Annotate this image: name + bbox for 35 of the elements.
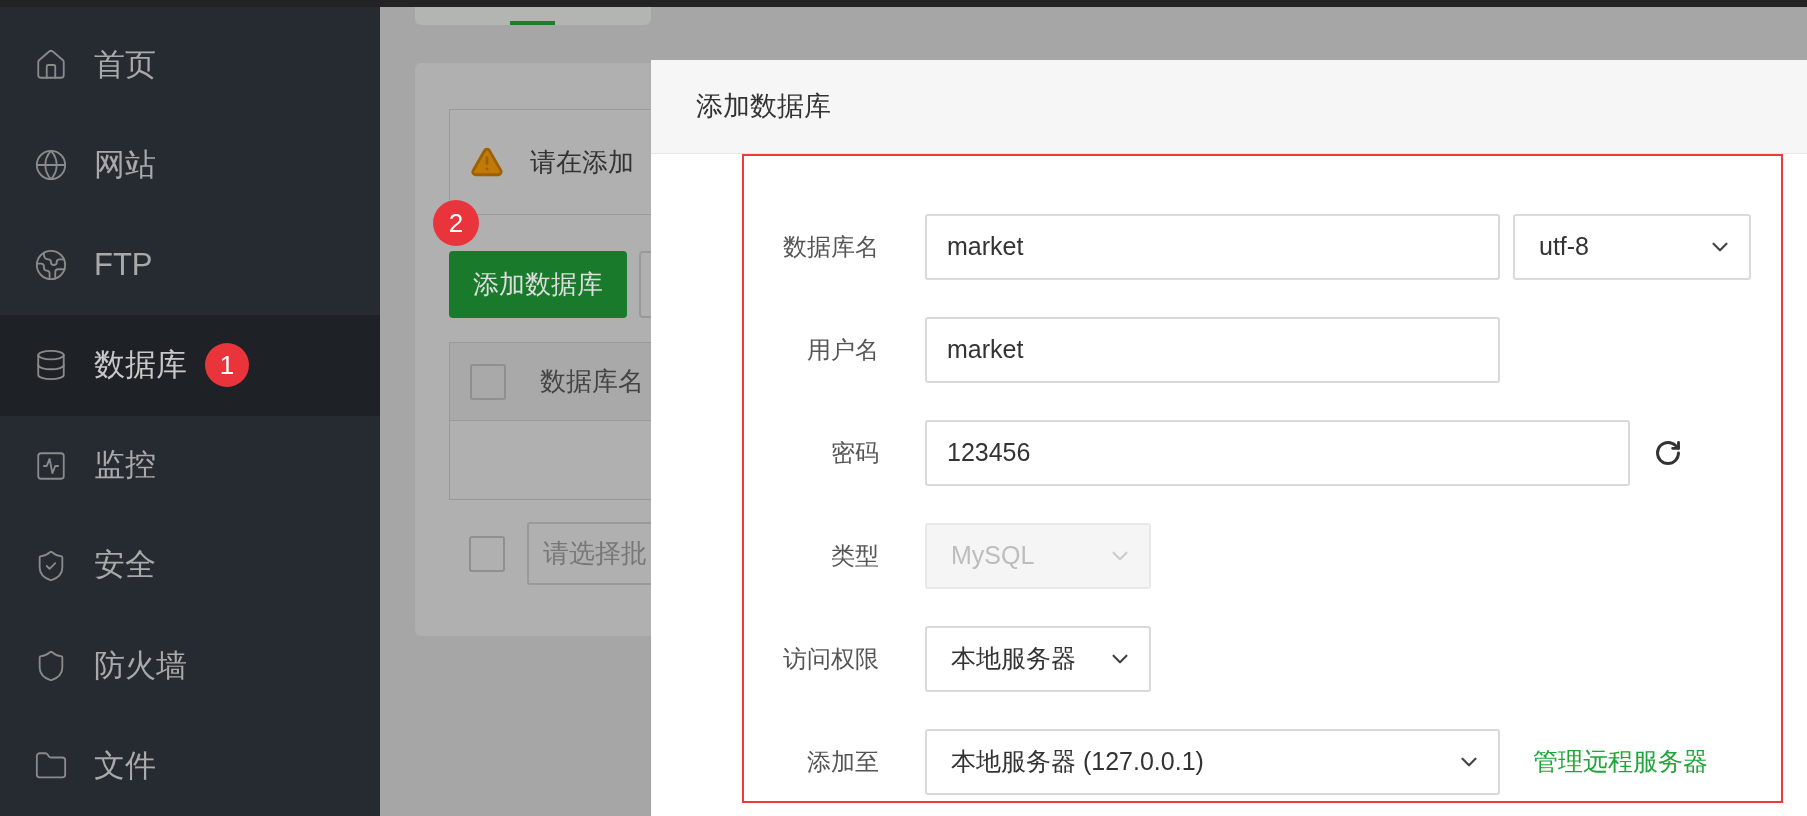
sidebar-item[interactable]: 防火墙 <box>0 615 380 716</box>
sidebar-item[interactable]: FTP <box>0 215 380 316</box>
checkbox[interactable] <box>469 535 505 572</box>
dialog-title: 添加数据库 <box>696 90 831 124</box>
select-field[interactable]: 本地服务器 (127.0.0.1) <box>925 729 1500 795</box>
sidebar-item[interactable]: 数据库 1 <box>0 315 380 416</box>
field-label: 用户名 <box>806 335 879 365</box>
sidebar-item[interactable]: 监控 <box>0 415 380 516</box>
field-label: 数据库名 <box>782 232 879 262</box>
sidebar-item[interactable]: 首页 <box>0 15 380 116</box>
sidebar-item[interactable]: 文件 <box>0 715 380 816</box>
step-badge: 2 <box>433 200 479 246</box>
add-database-button[interactable]: 添加数据库 <box>449 251 627 318</box>
globe-icon <box>34 248 68 283</box>
field-label: 密码 <box>830 438 879 468</box>
database-icon <box>34 348 68 383</box>
sidebar-item[interactable]: 网站 <box>0 115 380 216</box>
manage-link[interactable]: 管理远程服务器 <box>1533 743 1708 781</box>
checkbox[interactable] <box>470 363 506 400</box>
field-label: 访问权限 <box>782 644 879 674</box>
notice-text: 请在添加 <box>530 145 634 179</box>
text-field[interactable]: 123456 <box>925 420 1630 486</box>
refresh-icon[interactable] <box>1654 439 1682 467</box>
warning-icon <box>470 145 504 179</box>
field-label: 类型 <box>830 541 879 571</box>
text-field[interactable]: market <box>925 317 1500 383</box>
select-field[interactable]: 本地服务器 <box>925 626 1151 692</box>
step-badge: 1 <box>205 343 249 388</box>
globe-icon <box>34 148 68 183</box>
text-field[interactable]: market <box>925 214 1500 280</box>
tab-underline <box>510 21 555 25</box>
field-label: 添加至 <box>806 747 879 777</box>
column-header: 数据库名 <box>540 365 644 398</box>
select-field[interactable]: utf-8 <box>1513 214 1751 280</box>
sidebar-item[interactable]: 安全 <box>0 515 380 616</box>
